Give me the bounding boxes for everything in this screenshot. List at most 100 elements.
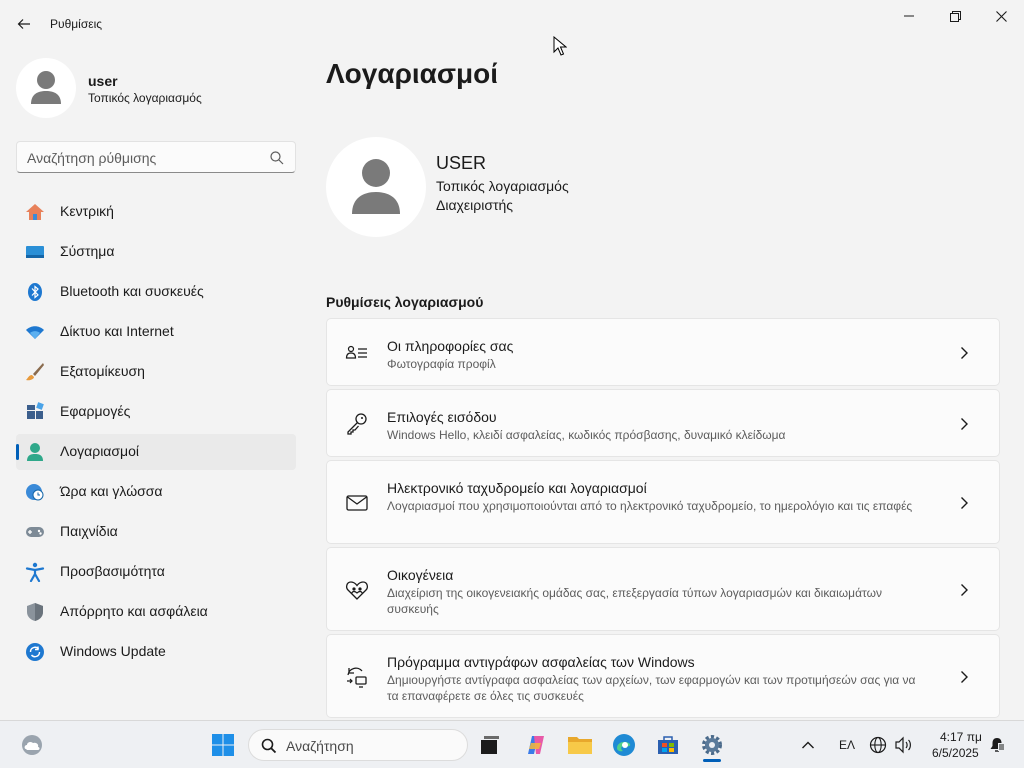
- profile-avatar[interactable]: [16, 58, 76, 118]
- network-status-button[interactable]: [868, 729, 888, 761]
- sidebar-item-time-language[interactable]: Ώρα και γλώσσα: [16, 474, 296, 510]
- bluetooth-icon: [25, 282, 45, 302]
- card-subtitle: Διαχείριση της οικογενειακής ομάδας σας,…: [387, 586, 882, 616]
- back-button[interactable]: [12, 12, 36, 36]
- family-heart-icon: [345, 578, 369, 602]
- chevron-right-icon: [957, 496, 971, 510]
- sidebar-item-apps[interactable]: Εφαρμογές: [16, 394, 296, 430]
- minimize-button[interactable]: [886, 0, 932, 32]
- volume-button[interactable]: [892, 729, 916, 761]
- weather-widget[interactable]: [16, 729, 48, 761]
- profile-name: user: [88, 73, 118, 89]
- home-icon: [25, 202, 45, 222]
- mail-icon: [345, 491, 369, 515]
- sidebar-item-accessibility[interactable]: Προσβασιμότητα: [16, 554, 296, 590]
- sidebar-item-accounts[interactable]: Λογαριασμοί: [16, 434, 296, 470]
- notifications-button[interactable]: [986, 729, 1008, 761]
- person-icon: [25, 442, 45, 462]
- speaker-icon: [895, 736, 911, 754]
- sidebar-item-label: Εξατομίκευση: [60, 363, 145, 379]
- wifi-icon: [25, 322, 45, 342]
- edge-button[interactable]: [608, 729, 640, 761]
- sidebar-item-label: Σύστημα: [60, 243, 115, 259]
- sidebar-item-personalization[interactable]: Εξατομίκευση: [16, 354, 296, 390]
- minimize-icon: [904, 15, 914, 17]
- shield-icon: [25, 602, 45, 622]
- bell-icon: [990, 738, 1005, 752]
- mouse-cursor-icon: [553, 36, 567, 56]
- sidebar-item-label: Ώρα και γλώσσα: [60, 483, 163, 499]
- card-your-info[interactable]: Οι πληροφορίες σας Φωτογραφία προφίλ: [326, 318, 1000, 386]
- chevron-right-icon: [957, 583, 971, 597]
- clock-time[interactable]: 4:17 πμ: [940, 730, 982, 744]
- search-input[interactable]: [27, 148, 267, 168]
- profile-account-type: Τοπικός λογαριασμός: [88, 91, 202, 105]
- card-title: Οι πληροφορίες σας: [387, 338, 514, 354]
- sidebar-item-bluetooth[interactable]: Bluetooth και συσκευές: [16, 274, 296, 310]
- card-title: Πρόγραμμα αντιγράφων ασφαλείας των Windo…: [387, 654, 695, 670]
- sidebar-item-label: Κεντρική: [60, 203, 114, 219]
- chevron-right-icon: [957, 346, 971, 360]
- close-icon: [995, 10, 1007, 22]
- card-title: Οικογένεια: [387, 567, 454, 583]
- card-sign-in-options[interactable]: Επιλογές εισόδου Windows Hello, κλειδί α…: [326, 389, 1000, 457]
- clock-date[interactable]: 6/5/2025: [932, 746, 979, 760]
- file-explorer-button[interactable]: [564, 729, 596, 761]
- gamepad-icon: [25, 522, 45, 542]
- sidebar-item-home[interactable]: Κεντρική: [16, 194, 296, 230]
- close-button[interactable]: [978, 0, 1024, 32]
- backup-icon: [345, 665, 369, 689]
- apps-icon: [25, 402, 45, 422]
- restore-icon: [949, 10, 961, 22]
- card-family[interactable]: Οικογένεια Διαχείριση της οικογενειακής …: [326, 547, 1000, 631]
- start-button[interactable]: [207, 729, 239, 761]
- sidebar-item-label: Παιχνίδια: [60, 523, 118, 539]
- sidebar-nav: Κεντρική Σύστημα Bluetooth και συσκευές …: [16, 194, 296, 674]
- sidebar-item-windows-update[interactable]: Windows Update: [16, 634, 296, 670]
- search-icon[interactable]: [269, 150, 285, 166]
- section-title: Ρυθμίσεις λογαριασμού: [326, 294, 484, 310]
- sidebar-item-label: Προσβασιμότητα: [60, 563, 165, 579]
- restore-button[interactable]: [932, 0, 978, 32]
- user-display-name: USER: [436, 153, 487, 173]
- show-hidden-icons-button[interactable]: [792, 729, 824, 761]
- sidebar-item-label: Windows Update: [60, 643, 166, 659]
- card-subtitle: Λογαριασμοί που χρησιμοποιούνται από το …: [387, 499, 913, 513]
- monitor-icon: [25, 242, 45, 262]
- person-silhouette-icon: [352, 159, 400, 214]
- user-avatar[interactable]: [326, 137, 426, 237]
- task-view-button[interactable]: [474, 729, 506, 761]
- folder-icon: [568, 737, 592, 754]
- sidebar-item-label: Απόρρητο και ασφάλεια: [60, 603, 208, 619]
- copilot-button[interactable]: [520, 729, 552, 761]
- taskbar-search[interactable]: Αναζήτηση: [248, 729, 468, 761]
- card-title: Ηλεκτρονικό ταχυδρομείο και λογαριασμοί: [387, 480, 647, 496]
- task-view-icon: [481, 736, 499, 754]
- chevron-up-icon: [802, 741, 814, 749]
- store-button[interactable]: [652, 729, 684, 761]
- chevron-right-icon: [957, 417, 971, 431]
- sidebar-item-system[interactable]: Σύστημα: [16, 234, 296, 270]
- chevron-right-icon: [957, 670, 971, 684]
- globe-icon: [869, 736, 887, 754]
- page-title: Λογαριασμοί: [326, 58, 499, 89]
- card-subtitle: Windows Hello, κλειδί ασφαλείας, κωδικός…: [387, 428, 786, 442]
- sidebar-item-privacy[interactable]: Απόρρητο και ασφάλεια: [16, 594, 296, 630]
- back-arrow-icon: [17, 19, 30, 29]
- update-icon: [25, 642, 45, 662]
- title-bar: Ρυθμίσεις: [0, 0, 1024, 48]
- user-account-type: Τοπικός λογαριασμός: [436, 178, 569, 194]
- settings-app-button[interactable]: [696, 729, 728, 761]
- settings-search[interactable]: [16, 141, 296, 173]
- app-title: Ρυθμίσεις: [50, 17, 103, 31]
- key-icon: [345, 412, 369, 436]
- edge-icon: [613, 734, 635, 756]
- card-email-accounts[interactable]: Ηλεκτρονικό ταχυδρομείο και λογαριασμοί …: [326, 460, 1000, 544]
- card-windows-backup[interactable]: Πρόγραμμα αντιγράφων ασφαλείας των Windo…: [326, 634, 1000, 718]
- input-language[interactable]: ΕΛ: [839, 738, 855, 752]
- sidebar-item-network[interactable]: Δίκτυο και Internet: [16, 314, 296, 350]
- sidebar-item-label: Δίκτυο και Internet: [60, 323, 174, 339]
- sidebar-item-label: Λογαριασμοί: [60, 443, 140, 459]
- sidebar-item-gaming[interactable]: Παιχνίδια: [16, 514, 296, 550]
- user-info-icon: [345, 341, 369, 365]
